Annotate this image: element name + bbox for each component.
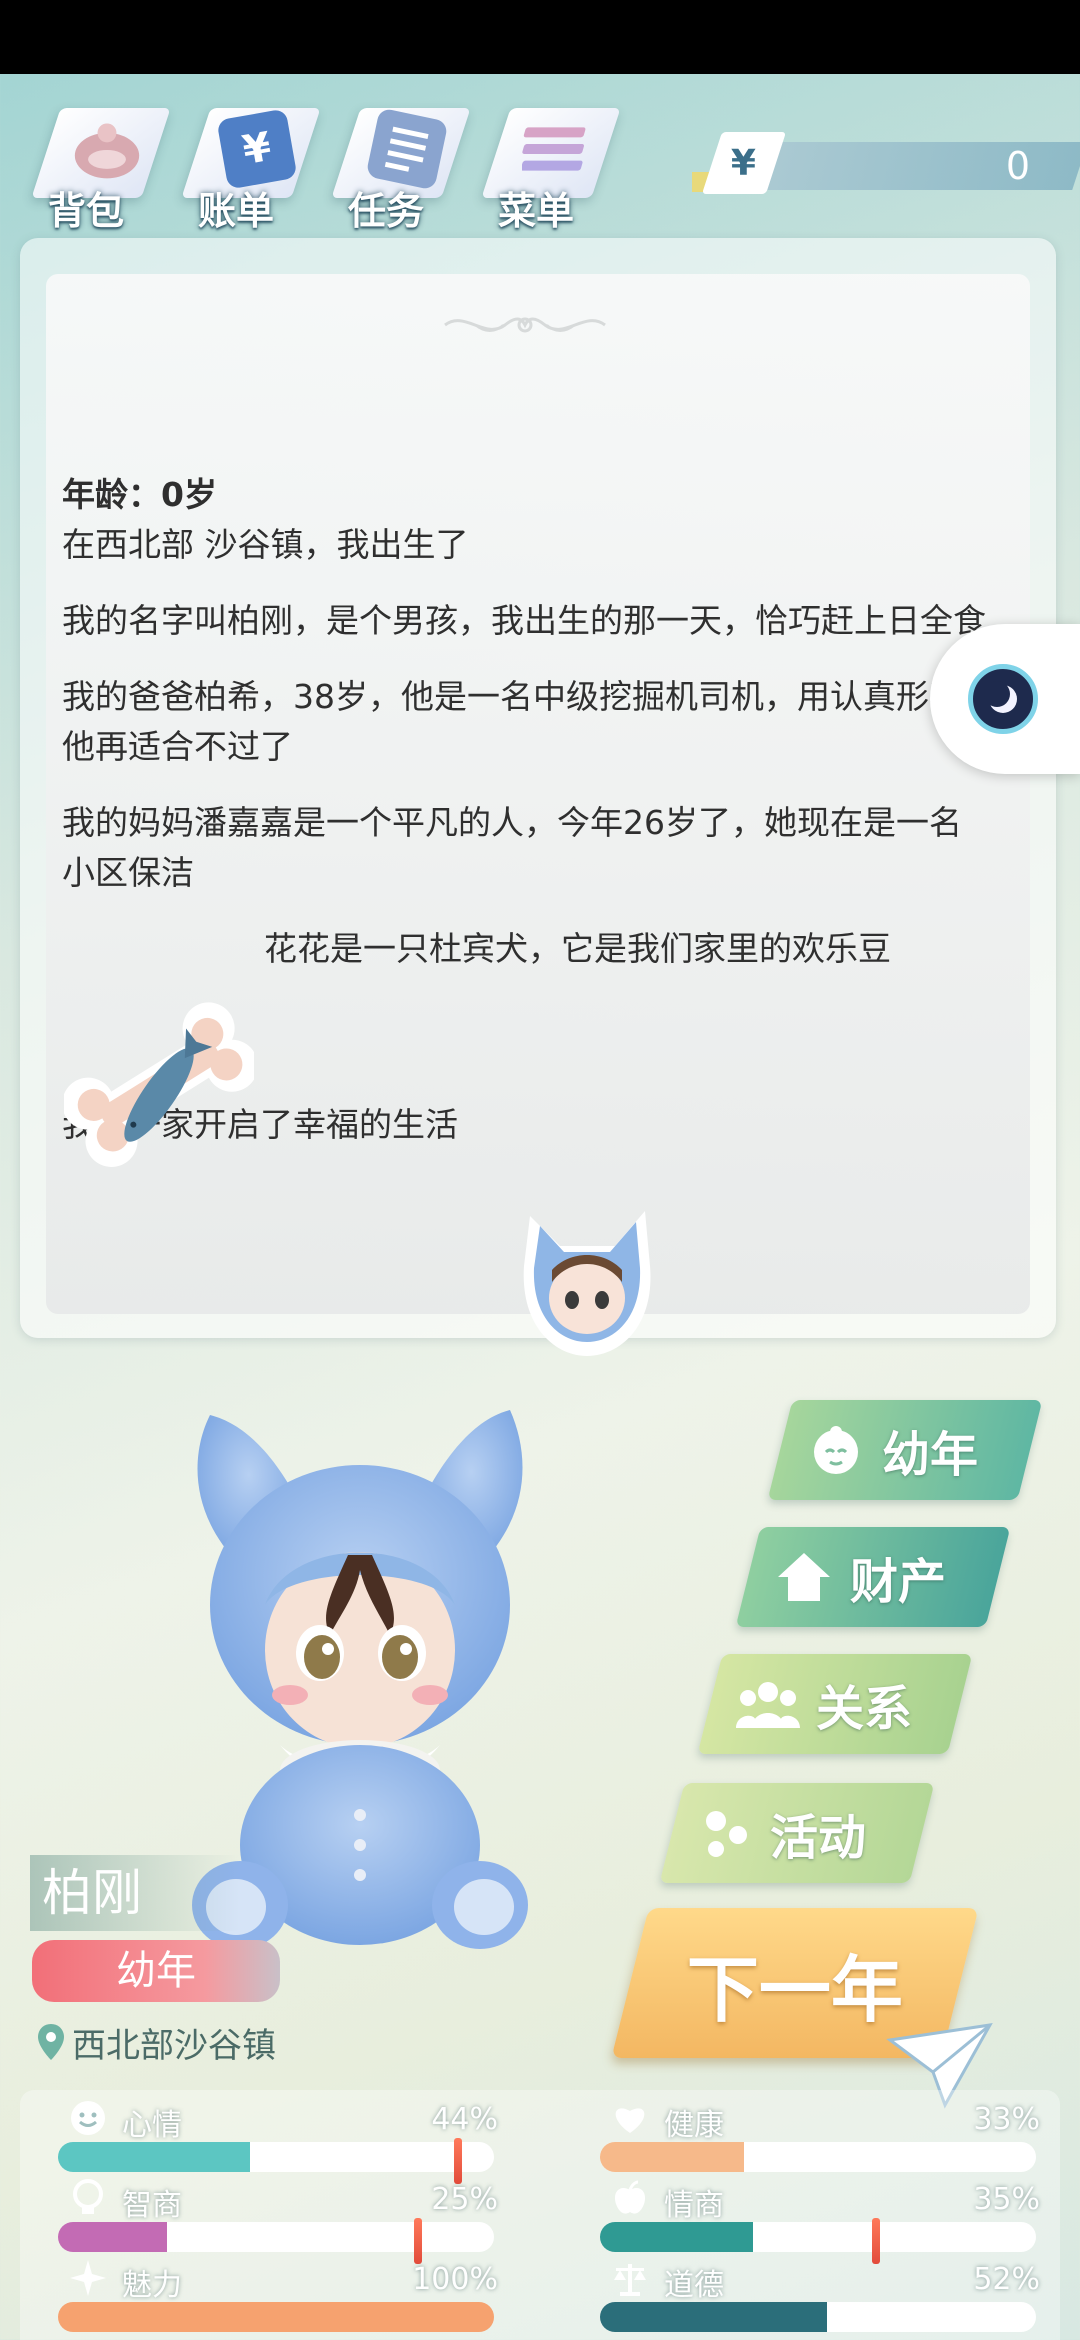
stats-panel: 心情 44% 健康 33% 智商 25% 情商 35% 魅力 100% 道德 5… (20, 2090, 1060, 2340)
sparkle-icon (70, 2260, 106, 2296)
task-button[interactable]: 任务 (326, 88, 471, 233)
next-year-label: 下一年 (686, 1947, 903, 2032)
stat-charm: 魅力 100% (58, 2258, 498, 2338)
stat-eq: 情商 35% (600, 2178, 1040, 2264)
backpack-icon (72, 114, 142, 184)
menu-button[interactable]: 菜单 (476, 88, 621, 233)
activity-dots-icon (706, 1811, 747, 1857)
character-name: 柏刚 (30, 1855, 240, 1931)
story-line: 在西北部 沙谷镇，我出生了 (62, 525, 469, 564)
menu-icon (522, 114, 592, 184)
assistant-float-button[interactable] (930, 624, 1080, 774)
stat-iq: 智商 25% (58, 2178, 498, 2264)
nav-label-bill: 账单 (197, 189, 274, 233)
heart-icon (615, 2108, 645, 2133)
life-stage-badge: 幼年 (32, 1940, 280, 2002)
story-line: 我的名字叫柏刚，是个男孩，我出生的那一天，恰巧赶上日全食 (62, 601, 986, 640)
stat-fill (58, 2302, 494, 2332)
relations-button-label: 关系 (816, 1681, 913, 1737)
activity-button-label: 活动 (770, 1810, 867, 1866)
stat-fill (600, 2142, 744, 2172)
money-value: 0 (1005, 144, 1030, 188)
ornament-icon (444, 317, 606, 333)
scales-icon (614, 2264, 646, 2296)
stat-health: 健康 33% (600, 2098, 1040, 2178)
stat-fill (600, 2302, 827, 2332)
bone-fish-sticker-icon (64, 1002, 254, 1167)
status-bar (0, 0, 1080, 74)
task-list-icon (365, 107, 449, 191)
activity-button[interactable]: 活动 (659, 1783, 935, 1883)
house-icon (778, 1553, 830, 1601)
story-line-pet: 花花是一只杜宾犬，它是我们家里的欢乐豆 (264, 929, 891, 968)
smile-icon (71, 2101, 105, 2135)
age-line: 年龄：0岁 (62, 475, 217, 514)
stat-mood: 心情 44% (58, 2098, 498, 2184)
lightbulb-icon (73, 2179, 103, 2214)
nav-label-backpack: 背包 (47, 189, 124, 233)
assets-button-label: 财产 (850, 1554, 947, 1610)
bill-icon: ¥ (216, 108, 298, 190)
stat-fill (58, 2222, 167, 2252)
location-text: 西北部沙谷镇 (72, 2025, 276, 2066)
stage-button[interactable]: 幼年 (767, 1400, 1043, 1500)
money-display: ¥ 0 (692, 70, 1080, 194)
child-head-sticker-icon (523, 1211, 651, 1356)
baby-face-icon (814, 1426, 858, 1474)
nav-label-menu: 菜单 (497, 189, 574, 233)
stat-fill (600, 2222, 753, 2252)
location-label: 西北部沙谷镇 (36, 2014, 276, 2070)
story-line: 我的爸爸柏希，38岁，他是一名中级挖掘机司机，用认真形容他再适合不过了 (62, 677, 962, 766)
stage-button-label: 幼年 (882, 1427, 979, 1483)
apple-icon (614, 2180, 646, 2214)
relations-button[interactable]: 关系 (697, 1654, 973, 1754)
bill-button[interactable]: ¥ 账单 (176, 88, 321, 233)
backpack-button[interactable]: 背包 (26, 88, 171, 233)
nav-label-task: 任务 (347, 189, 424, 233)
stat-morality: 道德 52% (600, 2258, 1040, 2338)
people-icon (736, 1682, 800, 1728)
story-line: 我的妈妈潘嘉嘉是一个平凡的人，今年26岁了，她现在是一名小区保洁 (62, 803, 962, 892)
moon-icon (968, 664, 1038, 734)
location-pin-icon (38, 2024, 64, 2060)
top-nav: 背包 ¥ 账单 任务 菜单 ¥ 0 (0, 74, 1080, 234)
stat-fill (58, 2142, 250, 2172)
assets-button[interactable]: 财产 (735, 1527, 1011, 1627)
